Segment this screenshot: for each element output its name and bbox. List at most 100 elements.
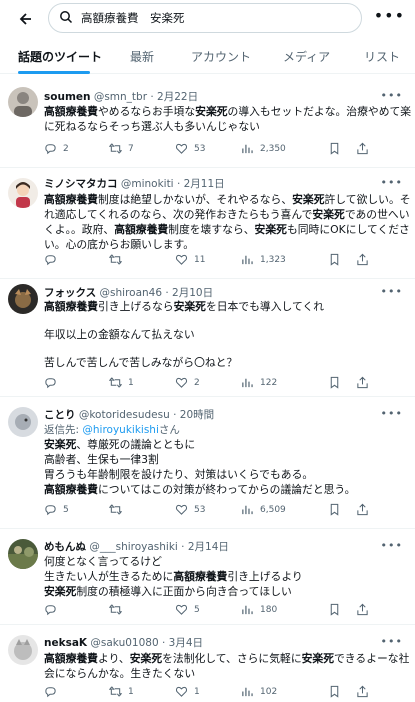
tweet[interactable]: neksaK @saku01080 · 3月4日 ••• 高額療養費より、安楽死… xyxy=(0,625,415,702)
text-segment: を日本でも導入してくれ xyxy=(205,300,325,313)
text-segment: 生きたい人が生きるために xyxy=(44,570,174,583)
retweet-button[interactable]: 1 xyxy=(109,685,134,698)
bookmark-button[interactable] xyxy=(328,685,341,698)
retweet-button[interactable]: 1 xyxy=(109,376,134,389)
tweet-text-line: 胃ろうも年齢制限を設けたり、対策はいくらでもある。 xyxy=(44,467,404,482)
tweet-more-icon[interactable]: ••• xyxy=(381,635,403,648)
avatar[interactable] xyxy=(8,635,38,665)
retweet-button[interactable] xyxy=(109,603,128,616)
bookmark-button[interactable] xyxy=(328,253,341,266)
bookmark-button[interactable] xyxy=(328,503,341,516)
retweet-icon xyxy=(109,503,122,516)
text-segment: 会にならんかな。生きたくない xyxy=(44,667,196,680)
views-button[interactable]: 102 xyxy=(241,685,277,698)
tab-lists[interactable]: リスト xyxy=(364,38,400,74)
views-count: 122 xyxy=(260,377,278,388)
retweet-icon xyxy=(109,685,122,698)
bookmark-button[interactable] xyxy=(328,142,341,155)
back-arrow-icon[interactable] xyxy=(12,6,38,32)
tweet-text: 高額療養費制度は絶望しかないが、それやるなら、安楽死許して欲しい。そ れ適応してく… xyxy=(44,192,411,252)
retweet-icon xyxy=(109,253,122,266)
tweet-text-line: 高額療養費についてはこの対策が終わってからの議論だと思う。 xyxy=(44,482,404,497)
tab-latest[interactable]: 最新 xyxy=(130,38,154,74)
share-button[interactable] xyxy=(356,685,369,698)
views-count: 180 xyxy=(260,604,278,615)
avatar[interactable] xyxy=(8,407,38,437)
bookmark-button[interactable] xyxy=(328,603,341,616)
views-button[interactable]: 6,509 xyxy=(241,503,286,516)
author-handle: @smn_tbr · 2月22日 xyxy=(93,91,199,103)
reply-button[interactable] xyxy=(44,376,63,389)
tweet[interactable]: soumen @smn_tbr · 2月22日 ••• 高額療養費やめるならお手… xyxy=(0,75,415,168)
tweet-actions: 2 7 53 2,350 xyxy=(44,142,409,158)
author-name[interactable]: ミノシマタカコ xyxy=(44,178,118,190)
tweet[interactable]: フォックス @shiroan46 · 2月10日 ••• 高額療養費引き上げるな… xyxy=(0,279,415,397)
avatar[interactable] xyxy=(8,539,38,569)
retweet-button[interactable]: 7 xyxy=(109,142,134,155)
author-name[interactable]: neksaK xyxy=(44,637,87,649)
reply-button[interactable]: 2 xyxy=(44,142,69,155)
share-button[interactable] xyxy=(356,503,369,516)
views-button[interactable]: 122 xyxy=(241,376,277,389)
like-button[interactable]: 5 xyxy=(175,603,200,616)
share-button[interactable] xyxy=(356,142,369,155)
views-button[interactable]: 180 xyxy=(241,603,277,616)
views-button[interactable]: 2,350 xyxy=(241,142,286,155)
more-options-icon[interactable]: ••• xyxy=(374,6,405,25)
tweet-more-icon[interactable]: ••• xyxy=(381,539,403,552)
views-count: 102 xyxy=(260,686,278,697)
like-button[interactable]: 11 xyxy=(175,253,205,266)
tweet[interactable]: ミノシマタカコ @minokiti · 2月11日 ••• 高額療養費制度は絶望… xyxy=(0,168,415,279)
author-name[interactable]: フォックス xyxy=(44,287,96,299)
author-name[interactable]: ことり xyxy=(44,409,76,421)
highlighted-keyword: 高額療養費 xyxy=(44,652,98,665)
tweet-more-icon[interactable]: ••• xyxy=(381,176,403,189)
tweet-more-icon[interactable]: ••• xyxy=(381,407,403,420)
like-count: 2 xyxy=(194,377,200,388)
tweet-text-line: 生きたい人が生きるために高額療養費引き上げるより xyxy=(44,569,404,584)
reply-button[interactable] xyxy=(44,253,63,266)
tweet-text-line: れ適応してくれるのなら、次の発作おきたらもう喜んで安楽死であの世へい xyxy=(44,207,410,222)
search-input[interactable]: 高額療養費 安楽死 xyxy=(48,3,362,33)
reply-to-user-link[interactable]: @hiroyukikishi xyxy=(82,424,159,436)
highlighted-keyword: 高額療養費 xyxy=(173,570,228,583)
like-count: 53 xyxy=(194,143,206,154)
tab-media[interactable]: メディア xyxy=(283,38,330,74)
tweet[interactable]: ことり @kotoridesudesu · 20時間 ••• 返信先: @hir… xyxy=(0,397,415,529)
views-button[interactable]: 1,323 xyxy=(241,253,286,266)
tweet-text-line: 高額療養費やめるならお手頃な安楽死の導入もセットだよな。治療やめて楽 xyxy=(44,104,411,119)
author-name[interactable]: soumen xyxy=(44,91,90,103)
avatar[interactable] xyxy=(8,284,38,314)
retweet-button[interactable] xyxy=(109,503,128,516)
retweet-icon xyxy=(109,142,122,155)
share-button[interactable] xyxy=(356,376,369,389)
avatar[interactable] xyxy=(8,87,38,117)
tweet-more-icon[interactable]: ••• xyxy=(381,89,403,102)
tab-top[interactable]: 話題のツイート xyxy=(18,38,102,74)
tweet-more-icon[interactable]: ••• xyxy=(381,285,403,298)
tab-accounts[interactable]: アカウント xyxy=(191,38,251,74)
share-button[interactable] xyxy=(356,253,369,266)
like-button[interactable]: 2 xyxy=(175,376,200,389)
retweet-count: 7 xyxy=(128,143,134,154)
highlighted-keyword: 安楽死 xyxy=(129,652,163,665)
reply-button[interactable]: 5 xyxy=(44,503,69,516)
retweet-count: 1 xyxy=(128,377,134,388)
avatar[interactable] xyxy=(8,178,38,208)
views-icon xyxy=(241,376,254,389)
reply-count: 5 xyxy=(63,504,69,515)
like-button[interactable]: 1 xyxy=(175,685,200,698)
text-segment: 引き上げるなら xyxy=(97,300,174,313)
like-button[interactable]: 53 xyxy=(175,503,205,516)
reply-button[interactable] xyxy=(44,685,63,698)
bookmark-button[interactable] xyxy=(328,376,341,389)
reply-button[interactable] xyxy=(44,603,63,616)
author-name[interactable]: めもんぬ xyxy=(44,541,86,553)
text-segment: に死ねるならそっち選ぶ人も多いんじゃない xyxy=(44,120,260,133)
tweet[interactable]: めもんぬ @___shiroyashiki · 2月14日 ••• 何度となく言… xyxy=(0,529,415,625)
share-button[interactable] xyxy=(356,603,369,616)
like-button[interactable]: 53 xyxy=(175,142,205,155)
retweet-button[interactable] xyxy=(109,253,128,266)
text-segment: やめるならお手頃な xyxy=(97,105,196,118)
